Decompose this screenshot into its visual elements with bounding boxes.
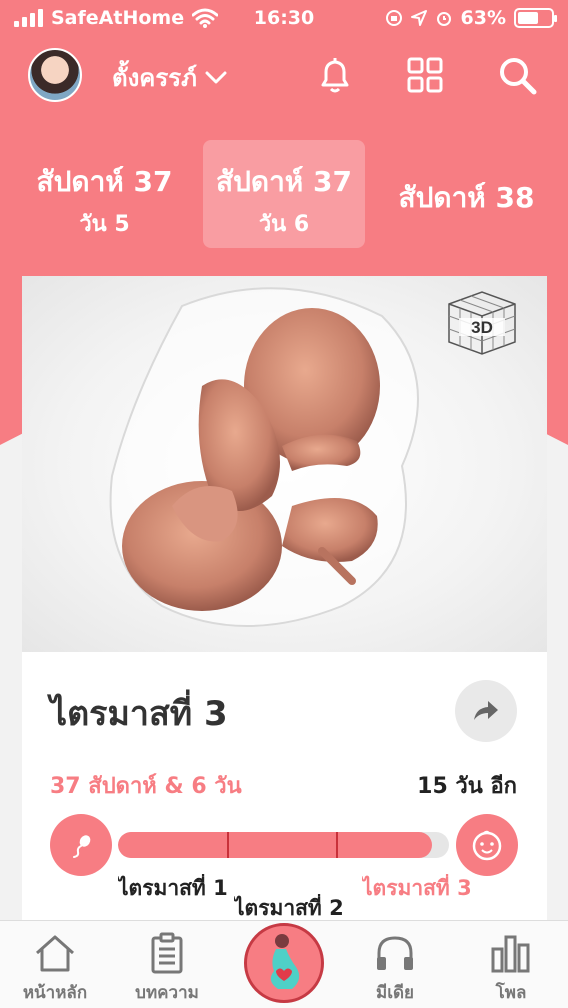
user-name: ตั้งครรภ์ bbox=[112, 64, 197, 92]
week-option-current[interactable]: สัปดาห์ 37 วัน 6 bbox=[203, 140, 365, 248]
3d-badge-label: 3D bbox=[471, 318, 493, 337]
search-icon[interactable] bbox=[496, 54, 538, 96]
home-icon bbox=[36, 935, 74, 972]
week-label: สัปดาห์ 37 bbox=[216, 165, 352, 198]
alarm-icon bbox=[436, 12, 451, 26]
day-label: วัน 5 bbox=[79, 212, 130, 237]
bell-icon[interactable] bbox=[314, 54, 356, 96]
tab-articles[interactable]: บทความ bbox=[112, 921, 222, 1008]
tab-label: โพล bbox=[495, 983, 527, 1003]
screen-lock-icon bbox=[385, 10, 402, 26]
week-option-next[interactable]: สัปดาห์ 38 bbox=[384, 176, 549, 220]
progress-fill bbox=[118, 832, 433, 858]
profile-switcher[interactable]: ตั้งครรภ์ bbox=[112, 58, 227, 97]
fetus-3d-image[interactable]: 3D bbox=[22, 276, 547, 652]
3d-view-icon[interactable]: 3D bbox=[445, 286, 519, 360]
share-button[interactable] bbox=[455, 680, 517, 742]
trimester-1-marker bbox=[227, 832, 230, 858]
birth-button[interactable] bbox=[456, 814, 518, 876]
battery-percent: 63% bbox=[460, 7, 506, 29]
pregnancy-progress-bar bbox=[118, 832, 449, 858]
trimester-3-label: ไตรมาสที่ 3 bbox=[362, 876, 472, 900]
trimester-1-label: ไตรมาสที่ 1 bbox=[118, 876, 228, 900]
trimester-title: ไตรมาสที่ 3 bbox=[50, 694, 228, 734]
pregnancy-card: 3D ไตรมาสที่ 3 37 สัปดาห์ & 6 วัน 15 วัน… bbox=[22, 276, 547, 956]
conception-button[interactable] bbox=[50, 814, 112, 876]
grid-icon[interactable] bbox=[404, 54, 446, 96]
tab-pregnancy[interactable] bbox=[244, 923, 324, 1003]
clipboard-icon bbox=[151, 932, 183, 974]
sperm-icon bbox=[73, 835, 91, 858]
tab-label: บทความ bbox=[135, 983, 199, 1003]
tab-label: หน้าหลัก bbox=[22, 983, 88, 1003]
week-label: สัปดาห์ 38 bbox=[398, 181, 535, 214]
app-header: ตั้งครรภ์ bbox=[0, 40, 568, 110]
tab-home[interactable]: หน้าหลัก bbox=[0, 921, 110, 1008]
bottom-tab-bar: หน้าหลัก บทความ มีเดีย โพล bbox=[0, 920, 568, 1008]
tab-media[interactable]: มีเดีย bbox=[340, 921, 450, 1008]
week-label: สัปดาห์ 37 bbox=[36, 165, 173, 198]
avatar[interactable] bbox=[28, 48, 82, 102]
tab-label: มีเดีย bbox=[375, 983, 415, 1003]
share-icon bbox=[474, 701, 498, 720]
trimester-2-marker bbox=[336, 832, 339, 858]
location-icon bbox=[410, 10, 427, 26]
pregnancy-icon bbox=[270, 934, 300, 989]
status-bar: SafeAtHome 16:30 63% bbox=[0, 0, 568, 38]
baby-face-icon bbox=[472, 830, 502, 861]
day-label: วัน 6 bbox=[258, 212, 310, 237]
week-selector: สัปดาห์ 37 วัน 5 สัปดาห์ 37 วัน 6 สัปดาห… bbox=[0, 140, 568, 250]
battery-icon bbox=[514, 8, 557, 28]
chevron-down-icon bbox=[205, 71, 227, 83]
pregnancy-progress-text: 37 สัปดาห์ & 6 วัน bbox=[50, 774, 242, 799]
tab-polls[interactable]: โพล bbox=[456, 921, 566, 1008]
week-option-prev[interactable]: สัปดาห์ 37 วัน 5 bbox=[22, 160, 187, 241]
bar-chart-icon bbox=[491, 935, 530, 973]
headphones-icon bbox=[377, 936, 413, 970]
days-remaining-text: 15 วัน อีก bbox=[417, 774, 517, 799]
